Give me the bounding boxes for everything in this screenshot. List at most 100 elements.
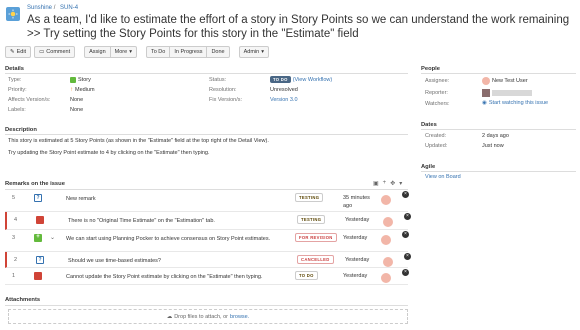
status-badge: FOR REVISION [295, 233, 337, 242]
table-row[interactable]: 4 There is no "Original Time Estimate" o… [5, 212, 411, 230]
comment-icon: ▭ [39, 49, 45, 55]
assignee-label: Assignee: [425, 78, 450, 84]
view-on-board-link[interactable]: View on Board [425, 174, 461, 180]
sun-icon [8, 9, 18, 19]
breadcrumb-project[interactable]: Sunshine [27, 5, 52, 11]
attachments-divider [5, 305, 408, 306]
row-summary[interactable]: We can start using Planning Pocker to ac… [66, 235, 284, 243]
row-id: 2 [14, 257, 18, 263]
table-row[interactable]: 5 ? New remark TESTING 35 minutes ago × [5, 190, 409, 212]
priority-value: ↑ Medium [70, 87, 95, 93]
avatar [383, 217, 393, 227]
row-summary[interactable]: There is no "Original Time Estimate" on … [68, 217, 286, 225]
created-value: 2 days ago [482, 133, 509, 139]
description-line-1: This story is estimated at 5 Story Point… [8, 138, 269, 144]
updated-value: Just now [482, 143, 504, 149]
row-updated: Yesterday [345, 257, 370, 263]
description-heading: Description [5, 127, 37, 133]
avatar [383, 257, 393, 267]
fix-version-label: Fix Version/s: [209, 97, 243, 103]
avatar [482, 89, 490, 97]
remarks-heading: Remarks on the issue [5, 181, 65, 187]
issue-title[interactable]: As a team, I'd like to estimate the effo… [27, 13, 572, 41]
people-divider [421, 73, 576, 74]
watchers-value[interactable]: ◉ Start watching this issue [482, 100, 548, 106]
assignee-value[interactable]: New Test User [482, 77, 528, 85]
status-badge: TESTING [295, 193, 324, 202]
attachment-dropzone[interactable]: ☁ Drop files to attach, or browse. [8, 309, 408, 324]
breadcrumb-issue-key[interactable]: SUN-4 [60, 5, 78, 11]
chevron-down-icon[interactable]: ⌄ [50, 234, 55, 241]
start-watching-link[interactable]: Start watching this issue [489, 100, 548, 106]
row-id: 5 [12, 195, 16, 201]
edit-button[interactable]: ✎ Edit [5, 46, 32, 58]
story-icon [70, 77, 76, 83]
row-summary[interactable]: New remark [66, 195, 284, 203]
status-badge: TESTING [297, 215, 326, 224]
agile-heading: Agile [421, 164, 436, 170]
close-icon[interactable]: × [402, 191, 409, 198]
status-badge: CANCELLED [297, 255, 334, 264]
bug-icon [34, 272, 42, 280]
more-button[interactable]: More ▾ [109, 46, 137, 58]
type-label: Type: [8, 77, 22, 83]
pencil-icon: ✎ [10, 49, 15, 55]
status-lozenge: TO DO [270, 76, 291, 83]
table-row[interactable]: 2 ? Should we use time-based estimates? … [5, 252, 411, 268]
affects-value[interactable]: None [70, 97, 83, 103]
details-divider [5, 73, 408, 74]
status-badge: TO DO [295, 271, 318, 280]
row-updated: Yesterday [343, 273, 368, 279]
question-icon: ? [36, 256, 44, 264]
admin-button[interactable]: Admin ▾ [238, 46, 269, 58]
remarks-actions: ▣ + ✥ ▾ [373, 180, 402, 187]
fix-version-value: Version 3.0 [270, 97, 298, 103]
bug-icon [36, 216, 44, 224]
avatar [482, 77, 490, 85]
move-icon[interactable]: ✥ [390, 180, 395, 187]
add-icon[interactable]: + [383, 180, 387, 187]
row-id: 4 [14, 217, 18, 223]
people-heading: People [421, 66, 441, 72]
eye-icon: ◉ [482, 100, 487, 106]
options-icon[interactable]: ▣ [373, 180, 379, 187]
issue-toolbar: ✎ Edit ▭ Comment Assign More ▾ To Do In Pro… [5, 46, 269, 58]
description-divider [5, 134, 408, 135]
close-icon[interactable]: × [404, 253, 411, 260]
close-icon[interactable]: × [402, 231, 409, 238]
dates-divider [421, 129, 576, 130]
project-avatar[interactable] [6, 7, 20, 21]
reporter-name-redacted [492, 90, 532, 96]
assign-button[interactable]: Assign [84, 46, 111, 58]
labels-value[interactable]: None [70, 107, 83, 113]
description-line-2: Try updating the Story Point estimate to… [8, 150, 210, 156]
todo-button[interactable]: To Do [145, 46, 171, 58]
attachments-heading: Attachments [5, 297, 41, 303]
close-icon[interactable]: × [404, 213, 411, 220]
updated-label: Updated: [425, 143, 448, 149]
details-heading: Details [5, 66, 25, 72]
done-button[interactable]: Done [206, 46, 230, 58]
comment-button[interactable]: ▭ Comment [34, 46, 76, 58]
row-summary[interactable]: Cannot update the Story Point estimate b… [66, 273, 284, 281]
row-updated: Yesterday [343, 235, 368, 241]
priority-medium-icon: ↑ [70, 87, 73, 93]
chevron-down-icon[interactable]: ▾ [399, 180, 402, 187]
browse-link[interactable]: browse. [230, 314, 249, 320]
view-workflow-link[interactable]: (View Workflow) [293, 77, 333, 83]
dates-heading: Dates [421, 122, 437, 128]
table-row[interactable]: 1 Cannot update the Story Point estimate… [5, 268, 409, 285]
avatar [381, 273, 391, 283]
row-updated: 35 minutes ago [343, 195, 370, 209]
row-id: 3 [12, 235, 16, 241]
close-icon[interactable]: × [402, 269, 409, 276]
breadcrumb: Sunshine / SUN-4 [27, 5, 78, 11]
reporter-value[interactable] [482, 89, 532, 97]
labels-label: Labels: [8, 107, 26, 113]
row-summary[interactable]: Should we use time-based estimates? [68, 257, 286, 265]
in-progress-button[interactable]: In Progress [169, 46, 208, 58]
table-row[interactable]: 3 + ⌄ We can start using Planning Pocker… [5, 230, 409, 252]
row-updated: Yesterday [345, 217, 370, 223]
status-value: TO DO (View Workflow) [270, 76, 332, 83]
breadcrumb-separator: / [53, 5, 56, 11]
